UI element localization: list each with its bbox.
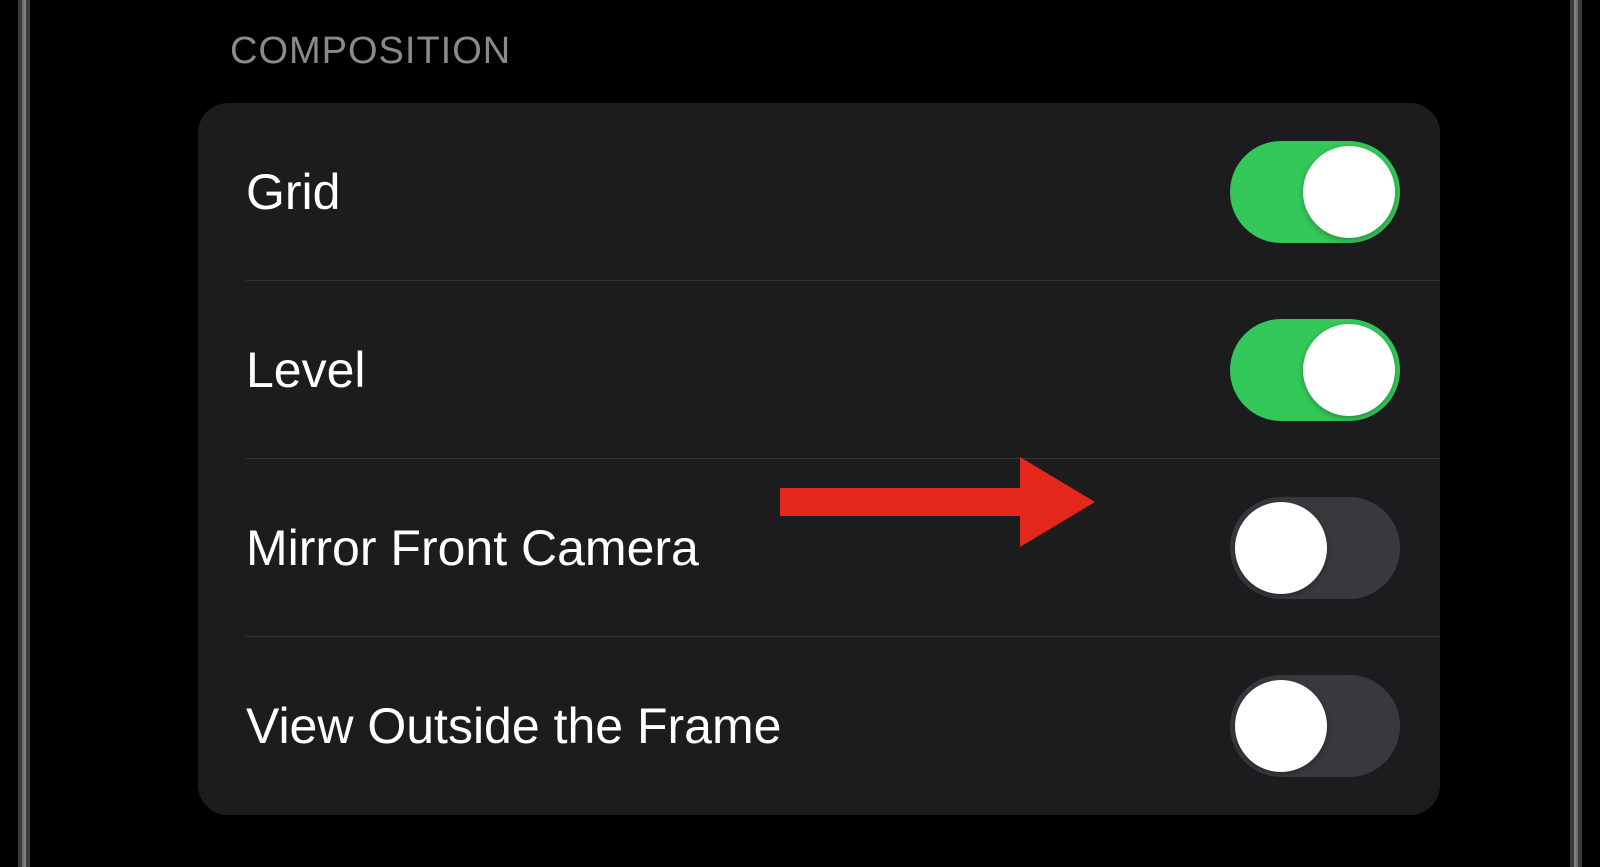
- settings-row-grid: Grid: [198, 103, 1440, 281]
- toggle-knob: [1235, 502, 1327, 594]
- grid-toggle[interactable]: [1230, 141, 1400, 243]
- row-label: Level: [246, 341, 366, 399]
- settings-row-view-outside-frame: View Outside the Frame: [198, 637, 1440, 815]
- toggle-knob: [1303, 324, 1395, 416]
- section-header: COMPOSITION: [198, 30, 1440, 73]
- view-outside-frame-toggle[interactable]: [1230, 675, 1400, 777]
- row-label: Grid: [246, 163, 340, 221]
- toggle-knob: [1303, 146, 1395, 238]
- settings-row-mirror-front-camera: Mirror Front Camera: [198, 459, 1440, 637]
- settings-group: Grid Level Mirror Front Camera View Outs…: [198, 103, 1440, 815]
- mirror-front-camera-toggle[interactable]: [1230, 497, 1400, 599]
- level-toggle[interactable]: [1230, 319, 1400, 421]
- phone-bezel: COMPOSITION Grid Level Mirror Front Came…: [18, 0, 1582, 867]
- settings-content: COMPOSITION Grid Level Mirror Front Came…: [30, 0, 1570, 815]
- row-label: View Outside the Frame: [246, 697, 781, 755]
- toggle-knob: [1235, 680, 1327, 772]
- row-label: Mirror Front Camera: [246, 519, 699, 577]
- settings-row-level: Level: [198, 281, 1440, 459]
